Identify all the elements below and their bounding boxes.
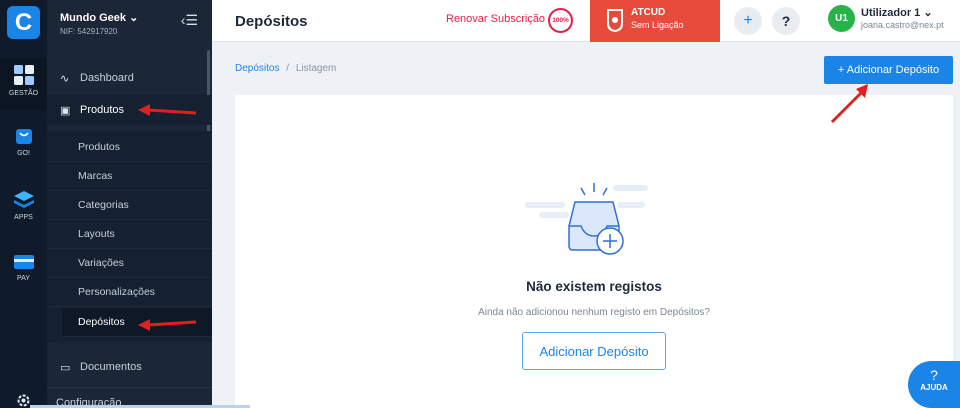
- rail-label: GO!: [17, 150, 30, 157]
- help-label: AJUDA: [920, 383, 948, 392]
- empty-state-subtitle: Ainda não adicionou nenhum registo em De…: [478, 307, 710, 318]
- add-deposit-button[interactable]: + Adicionar Depósito: [824, 56, 953, 84]
- submenu-item-variacoes[interactable]: Variações: [47, 249, 212, 278]
- rail-label: PAY: [17, 275, 30, 282]
- shopping-bag-icon: [15, 129, 32, 144]
- atcud-status-button[interactable]: ATCUD Sem Ligação: [590, 0, 720, 42]
- folder-icon: ▭: [60, 361, 71, 374]
- breadcrumb-current: Listagem: [295, 63, 337, 74]
- layers-icon: [13, 191, 34, 208]
- rail-label: GESTÃO: [8, 90, 39, 97]
- user-name: Utilizador 1: [861, 7, 921, 19]
- submenu-item-personalizacoes[interactable]: Personalizações: [47, 278, 212, 307]
- produtos-submenu: Produtos Marcas Categorias Layouts Varia…: [47, 131, 212, 342]
- chevron-down-icon: ⌄: [923, 7, 933, 19]
- sidebar-item-documentos[interactable]: ▭ Documentos: [47, 352, 212, 382]
- submenu-item-layouts[interactable]: Layouts: [47, 220, 212, 249]
- help-chat-button[interactable]: ? AJUDA: [908, 361, 960, 408]
- user-email: joana.castro@nex.pt: [861, 20, 944, 30]
- portugal-flag-icon: [607, 9, 623, 32]
- rail-label: APPS: [14, 214, 33, 221]
- rail-item-pay[interactable]: PAY: [0, 253, 47, 298]
- sidebar-item-label: Produtos: [80, 104, 125, 116]
- org-nif: NIF: 542917920: [60, 27, 118, 36]
- grid-icon: [13, 65, 34, 85]
- organization-selector[interactable]: Mundo Geek ⌄ NIF: 542917920: [60, 11, 138, 36]
- subscription-usage-badge[interactable]: 100%: [548, 8, 573, 33]
- avatar: U1: [828, 5, 855, 32]
- breadcrumb: Depósitos / Listagem: [235, 63, 336, 74]
- sidebar-item-label: Documentos: [80, 361, 142, 373]
- content-card: Não existem registos Ainda não adicionou…: [235, 95, 953, 408]
- activity-icon: ∿: [60, 72, 70, 85]
- page-title: Depósitos: [235, 13, 308, 30]
- submenu-item-marcas[interactable]: Marcas: [47, 162, 212, 191]
- help-button[interactable]: ?: [772, 7, 800, 35]
- app-logo[interactable]: C: [7, 6, 40, 39]
- breadcrumb-separator: /: [286, 63, 290, 74]
- submenu-item-depositos[interactable]: Depósitos: [62, 308, 212, 337]
- sidebar-item-produtos[interactable]: ▣ Produtos: [47, 95, 212, 125]
- sidebar-item-dashboard[interactable]: ∿ Dashboard: [47, 63, 212, 93]
- sidebar: Mundo Geek ⌄ NIF: 542917920 ‹☰ ∿ Dashboa…: [47, 0, 212, 408]
- org-name: Mundo Geek: [60, 12, 127, 24]
- empty-state-title: Não existem registos: [526, 279, 662, 294]
- chevron-down-icon: ⌄: [129, 12, 139, 24]
- quick-add-button[interactable]: +: [734, 7, 762, 35]
- atcud-status: Sem Ligação: [631, 20, 684, 30]
- sidebar-item-label: Dashboard: [80, 72, 134, 84]
- rail-item-apps[interactable]: APPS: [0, 190, 47, 235]
- atcud-title: ATCUD: [631, 7, 666, 18]
- credit-card-icon: [13, 255, 34, 269]
- submenu-item-categorias[interactable]: Categorias: [47, 191, 212, 220]
- rail-item-gestao[interactable]: GESTÃO: [0, 58, 47, 110]
- help-symbol: ?: [930, 367, 938, 383]
- submenu-item-produtos[interactable]: Produtos: [47, 133, 212, 162]
- empty-state-add-button[interactable]: Adicionar Depósito: [522, 332, 666, 370]
- renew-subscription-link[interactable]: Renovar Subscrição: [446, 13, 545, 25]
- box-icon: ▣: [60, 104, 71, 117]
- collapse-sidebar-icon[interactable]: ‹☰: [181, 12, 198, 29]
- empty-inbox-illustration: [525, 183, 648, 255]
- breadcrumb-link[interactable]: Depósitos: [235, 63, 279, 74]
- rail-item-go[interactable]: GO!: [0, 126, 47, 171]
- top-bar: Depósitos Renovar Subscrição 100% ATCUD …: [212, 0, 960, 42]
- app-rail: C GESTÃO GO! APPS PAY: [0, 0, 47, 408]
